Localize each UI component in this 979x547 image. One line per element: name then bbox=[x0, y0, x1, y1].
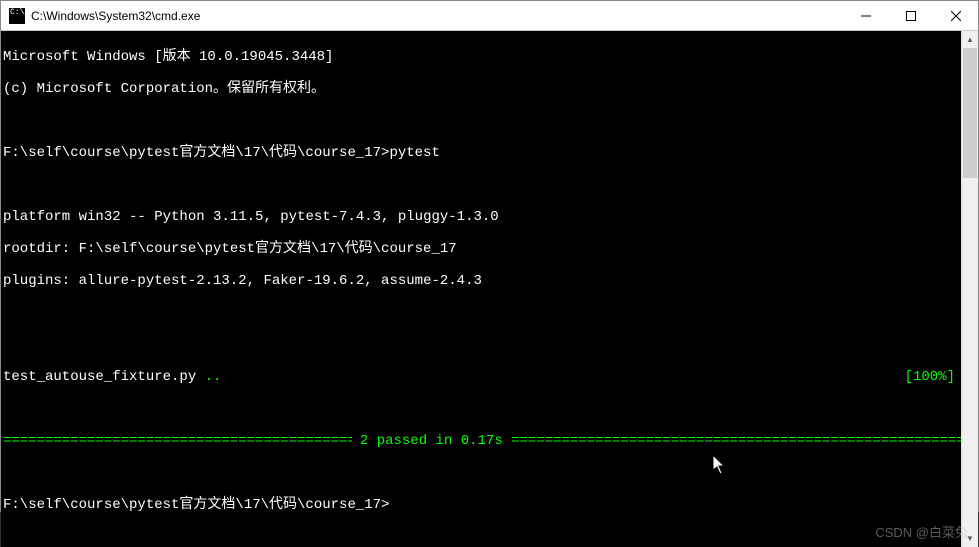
prompt-line: F:\self\course\pytest官方文档\17\代码\course_1… bbox=[3, 145, 961, 161]
maximize-button[interactable] bbox=[888, 1, 933, 30]
cmd-window: C:\Windows\System32\cmd.exe Microsoft Wi… bbox=[0, 0, 979, 512]
blank-line bbox=[3, 337, 961, 353]
blank-line bbox=[3, 113, 961, 129]
summary-text: 2 passed in 0.17s bbox=[352, 433, 512, 449]
progress-percent: [100%] bbox=[905, 369, 961, 385]
test-result-line: test_autouse_fixture.py .. [100%] bbox=[3, 369, 961, 385]
prompt-line: F:\self\course\pytest官方文档\17\代码\course_1… bbox=[3, 497, 961, 513]
platform-line: platform win32 -- Python 3.11.5, pytest-… bbox=[3, 209, 961, 225]
eq-right: ========================================… bbox=[511, 433, 961, 449]
eq-left: ========================================… bbox=[3, 433, 352, 449]
blank-line bbox=[3, 401, 961, 417]
vertical-scrollbar[interactable]: ▲ ▼ bbox=[961, 31, 978, 547]
window-title: C:\Windows\System32\cmd.exe bbox=[31, 9, 843, 23]
cmd-icon bbox=[9, 8, 25, 24]
rootdir-line: rootdir: F:\self\course\pytest官方文档\17\代码… bbox=[3, 241, 961, 257]
copyright-line: (c) Microsoft Corporation。保留所有权利。 bbox=[3, 81, 961, 97]
summary-line: ========================================… bbox=[3, 433, 961, 449]
blank-line bbox=[3, 305, 961, 321]
test-dots: .. bbox=[205, 369, 222, 385]
banner-line: Microsoft Windows [版本 10.0.19045.3448] bbox=[3, 49, 961, 65]
close-button[interactable] bbox=[933, 1, 978, 30]
blank-line bbox=[3, 465, 961, 481]
client-area: Microsoft Windows [版本 10.0.19045.3448] (… bbox=[1, 31, 978, 547]
plugins-line: plugins: allure-pytest-2.13.2, Faker-19.… bbox=[3, 273, 961, 289]
titlebar[interactable]: C:\Windows\System32\cmd.exe bbox=[1, 1, 978, 31]
scroll-thumb[interactable] bbox=[963, 48, 977, 178]
terminal-output[interactable]: Microsoft Windows [版本 10.0.19045.3448] (… bbox=[1, 31, 961, 547]
typed-command: pytest bbox=[389, 145, 439, 161]
scroll-down-button[interactable]: ▼ bbox=[962, 530, 978, 547]
prompt-path: F:\self\course\pytest官方文档\17\代码\course_1… bbox=[3, 145, 389, 161]
blank-line bbox=[3, 177, 961, 193]
minimize-button[interactable] bbox=[843, 1, 888, 30]
scroll-up-button[interactable]: ▲ bbox=[962, 31, 978, 48]
test-file: test_autouse_fixture.py bbox=[3, 369, 205, 385]
